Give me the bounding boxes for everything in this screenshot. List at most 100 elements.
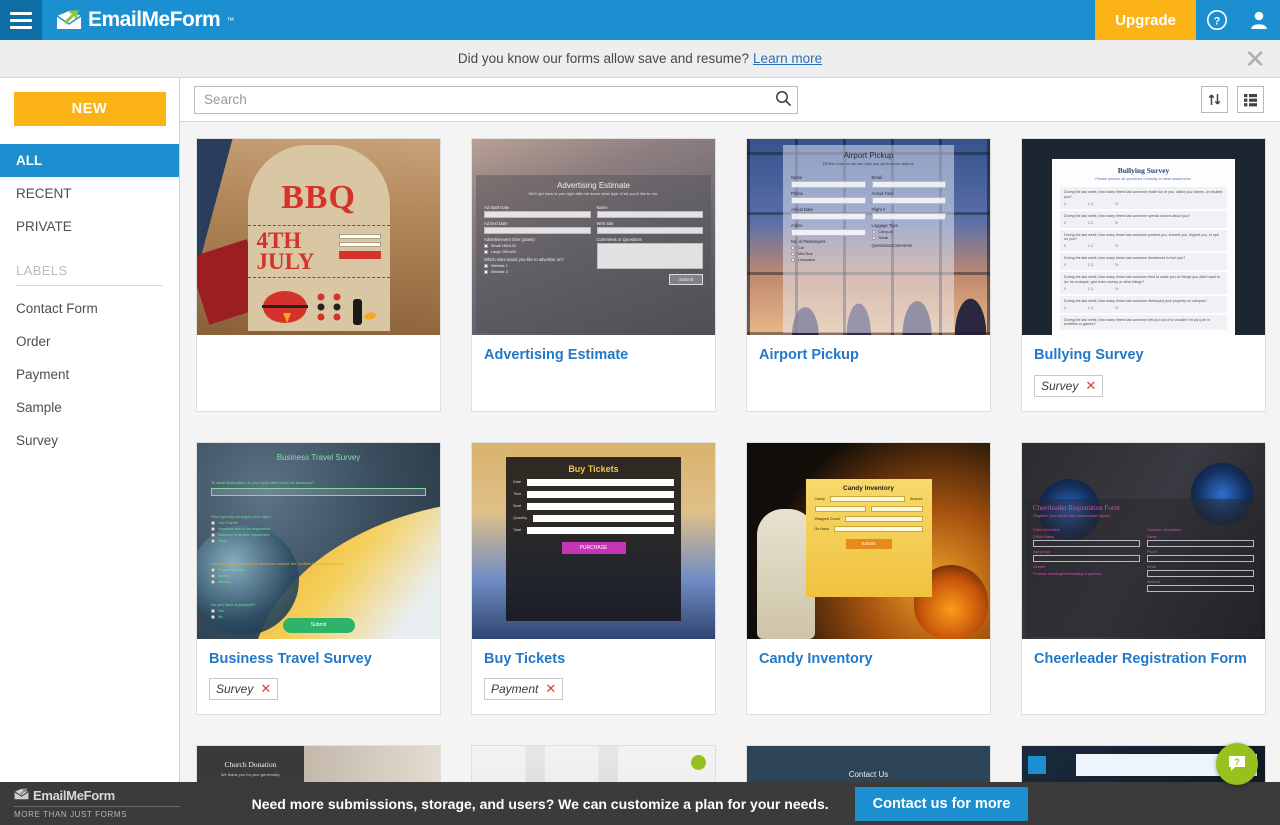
- radio-icon: [211, 520, 215, 525]
- question-text: During the last week, how many times has…: [1064, 190, 1223, 199]
- list-view-icon[interactable]: [1237, 86, 1264, 113]
- field-label: Advertisement Size (pixels): [484, 237, 535, 242]
- close-icon[interactable]: ✕: [1244, 46, 1266, 72]
- field-row: On Hand: [814, 525, 923, 532]
- form-card-buy-tickets[interactable]: Buy Tickets Date Time Seat Quantity Tota…: [471, 441, 716, 716]
- form-title[interactable]: Buy Tickets: [484, 650, 703, 670]
- radio-icon: [211, 614, 215, 619]
- brand-logo[interactable]: EmailMeForm ™: [42, 0, 234, 40]
- remove-tag-icon[interactable]: ✕: [545, 681, 556, 697]
- learn-more-link[interactable]: Learn more: [753, 51, 822, 66]
- sidebar-item-all[interactable]: ALL: [0, 144, 179, 177]
- contact-us-button[interactable]: Contact us for more: [854, 786, 1029, 821]
- field-label: Web Site: [596, 221, 614, 226]
- form-title[interactable]: Advertising Estimate: [484, 346, 703, 366]
- form-card-body: Advertising Estimate: [472, 335, 715, 399]
- thumb-columns: Ad Start Date Ad End Date Advertisement …: [484, 202, 703, 285]
- field-checkbox: Website 3: [484, 270, 591, 274]
- thumb-accent: [1028, 756, 1046, 775]
- form-title[interactable]: Candy Inventory: [759, 650, 978, 670]
- thumb-submit-button: Submit: [282, 617, 355, 633]
- form-card-candy-inventory[interactable]: Candy Inventory Candy Amount Wrapped Coun…: [746, 441, 991, 716]
- form-title[interactable]: Cheerleader Registration Form: [1034, 650, 1253, 670]
- form-card-airport-pickup[interactable]: Airport Pickup Fill this form so we can …: [746, 138, 991, 412]
- field-input: [527, 478, 674, 486]
- user-account-icon[interactable]: [1238, 0, 1280, 40]
- field-checkbox: Small 180x100: [484, 244, 591, 248]
- field-label: Arrival Time: [871, 191, 894, 196]
- thumb-subtitle: Fill this form so we can pick you up fro…: [822, 161, 915, 166]
- field-label: Quantity: [513, 516, 528, 521]
- survey-question: During the last week, how many times has…: [1060, 314, 1227, 331]
- announcement-text: Did you know our forms allow save and re…: [457, 51, 750, 66]
- field-radio: Monthly: [211, 579, 426, 584]
- field-row: [814, 505, 923, 512]
- sidebar-label-order[interactable]: Order: [0, 325, 179, 358]
- field-label: Time: [513, 492, 522, 497]
- form-title[interactable]: Airport Pickup: [759, 346, 978, 366]
- form-title[interactable]: Business Travel Survey: [209, 650, 428, 670]
- form-tag[interactable]: Survey ✕: [1034, 374, 1104, 397]
- field-input: [871, 213, 946, 220]
- help-circle-icon[interactable]: ?: [1196, 0, 1238, 40]
- remove-tag-icon[interactable]: ✕: [1085, 378, 1096, 394]
- sidebar-item-label: ALL: [16, 153, 43, 168]
- field-label: Comments or Questions: [596, 237, 642, 242]
- field-input: [814, 505, 866, 512]
- field-radio: Car: [791, 246, 866, 250]
- form-card-bullying-survey[interactable]: Bullying Survey Please answer all questi…: [1021, 138, 1266, 412]
- sidebar-label-survey[interactable]: Survey: [0, 424, 179, 457]
- field-input: [211, 487, 426, 496]
- field-label: On Hand: [814, 526, 829, 531]
- sidebar-item-recent[interactable]: RECENT: [0, 177, 179, 210]
- hamburger-menu-icon[interactable]: [0, 0, 42, 40]
- field-radio: Small: [871, 236, 947, 240]
- sort-updown-icon[interactable]: [1201, 86, 1228, 113]
- sidebar-label-contact-form[interactable]: Contact Form: [0, 292, 179, 325]
- sidebar: NEW ALL RECENT PRIVATE LABELS Contact Fo…: [0, 78, 180, 825]
- form-card-business-travel-survey[interactable]: Business Travel Survey To what destinati…: [196, 441, 441, 716]
- form-tag[interactable]: Survey ✕: [209, 678, 279, 701]
- radio-icon: [211, 579, 215, 584]
- thumb-title: Buy Tickets: [568, 463, 619, 474]
- sidebar-label-payment[interactable]: Payment: [0, 358, 179, 391]
- field-radio: I do it myself: [211, 520, 426, 525]
- field-checkbox: Large 250x400: [484, 250, 591, 254]
- forms-grid-scroll[interactable]: BBQ 4TH JULY Advertising Estimate We'll …: [180, 122, 1280, 825]
- thumb-title: Candy Inventory: [843, 484, 894, 492]
- field-row: Quantity: [513, 514, 674, 522]
- remove-tag-icon[interactable]: ✕: [260, 681, 271, 697]
- field-label: Name: [596, 205, 608, 210]
- field-input: [596, 211, 703, 218]
- field-radio: Someone else in the department: [211, 526, 426, 531]
- new-form-button[interactable]: NEW: [13, 92, 166, 126]
- sidebar-label-sample[interactable]: Sample: [0, 391, 179, 424]
- field-input: [791, 213, 866, 220]
- thumb-submit-button: Submit: [669, 274, 703, 285]
- thumb-form-overlay: Business Travel Survey To what destinati…: [197, 443, 440, 629]
- form-card-cheerleader-registration[interactable]: Cheerleader Registration Form Register y…: [1021, 441, 1266, 716]
- footer-bar: EmailMeForm MORE THAN JUST FORMS Need mo…: [0, 782, 1280, 825]
- chat-help-bubble-icon[interactable]: ?: [1216, 743, 1258, 785]
- question-options: 0 1-3 3+: [1064, 286, 1119, 291]
- search-icon[interactable]: [775, 90, 792, 112]
- form-card-body: Buy Tickets Payment ✕: [472, 639, 715, 715]
- form-card-advertising-estimate[interactable]: Advertising Estimate We'll get back to y…: [471, 138, 716, 412]
- sidebar-item-label: RECENT: [16, 186, 72, 201]
- field-line: [338, 242, 381, 247]
- form-tag[interactable]: Payment ✕: [484, 678, 564, 701]
- form-card-bbq[interactable]: BBQ 4TH JULY: [196, 138, 441, 412]
- form-title[interactable]: Bullying Survey: [1034, 346, 1253, 366]
- upgrade-button[interactable]: Upgrade: [1095, 0, 1196, 40]
- field-label: To what destination do you most often tr…: [211, 479, 314, 485]
- section-label: Guardian Information: [1147, 527, 1181, 532]
- thumb-title: Church Donation: [224, 760, 277, 770]
- thumb-title: Cheerleader Registration Form: [1033, 503, 1120, 512]
- thumb-column-left: Name Phone Arrival Date Airline No. of P…: [791, 172, 866, 264]
- sidebar-item-private[interactable]: PRIVATE: [0, 210, 179, 243]
- forms-grid: BBQ 4TH JULY Advertising Estimate We'll …: [196, 138, 1266, 825]
- search-input[interactable]: [194, 85, 798, 114]
- checkbox-icon: [484, 264, 488, 268]
- field-label: Questions/Comments: [871, 243, 912, 248]
- tag-label: Survey: [216, 682, 254, 697]
